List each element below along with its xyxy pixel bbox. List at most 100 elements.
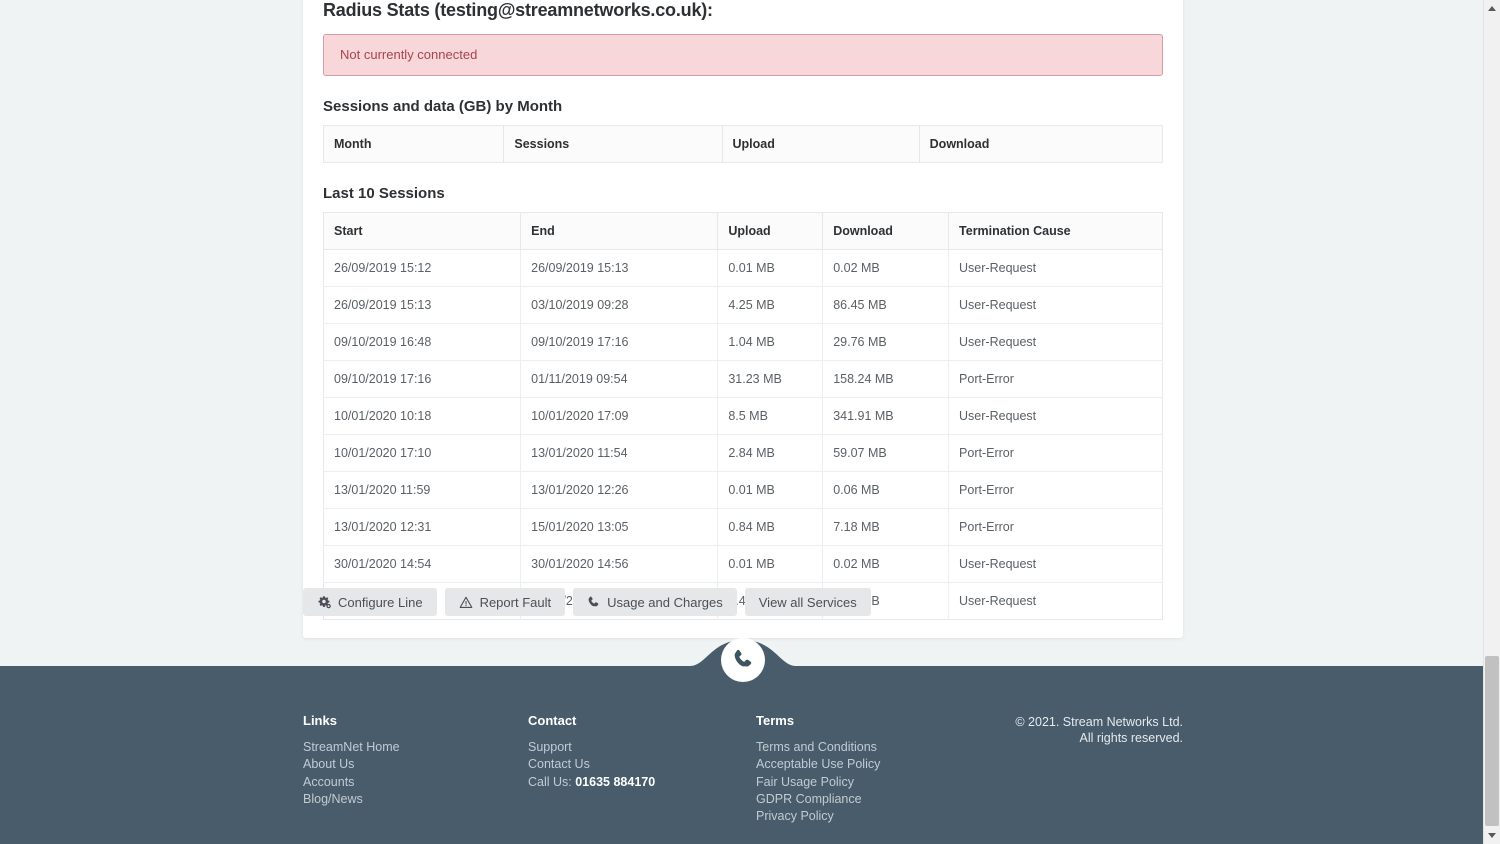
monthly-table-head: Month Sessions Upload Download bbox=[324, 126, 1163, 163]
footer-phone-badge[interactable] bbox=[721, 638, 765, 682]
table-cell: 0.01 MB bbox=[718, 250, 823, 287]
table-cell: User-Request bbox=[949, 287, 1163, 324]
usage-and-charges-button[interactable]: Usage and Charges bbox=[573, 588, 737, 616]
column-header-end[interactable]: End bbox=[521, 213, 718, 250]
table-row: 30/01/2020 14:5430/01/2020 14:560.01 MB0… bbox=[324, 546, 1163, 583]
column-header-start[interactable]: Start bbox=[324, 213, 521, 250]
table-header-row: Month Sessions Upload Download bbox=[324, 126, 1163, 163]
table-cell: 1.04 MB bbox=[718, 324, 823, 361]
table-cell: User-Request bbox=[949, 583, 1163, 620]
table-cell: 09/10/2019 17:16 bbox=[521, 324, 718, 361]
table-cell: 10/01/2020 17:09 bbox=[521, 398, 718, 435]
report-fault-button[interactable]: Report Fault bbox=[445, 588, 566, 616]
table-cell: 09/10/2019 17:16 bbox=[324, 361, 521, 398]
table-cell: 01/11/2019 09:54 bbox=[521, 361, 718, 398]
table-cell: 0.01 MB bbox=[718, 472, 823, 509]
table-header-row: Start End Upload Download Termination Ca… bbox=[324, 213, 1163, 250]
content-card: Radius Stats (testing@streamnetworks.co.… bbox=[303, 0, 1183, 638]
table-cell: 7.18 MB bbox=[823, 509, 949, 546]
page-root: Radius Stats (testing@streamnetworks.co.… bbox=[0, 0, 1483, 844]
footer-link[interactable]: Privacy Policy bbox=[756, 808, 1031, 825]
column-header-month[interactable]: Month bbox=[324, 126, 504, 163]
footer-link[interactable]: Terms and Conditions bbox=[756, 739, 1031, 756]
footer-link[interactable]: About Us bbox=[303, 756, 528, 773]
column-header-upload[interactable]: Upload bbox=[718, 213, 823, 250]
table-cell: Port-Error bbox=[949, 509, 1163, 546]
footer-heading-links: Links bbox=[303, 713, 528, 728]
column-header-download[interactable]: Download bbox=[919, 126, 1162, 163]
footer-contact-list: SupportContact UsCall Us: 01635 884170 bbox=[528, 739, 756, 791]
footer-links-list: StreamNet HomeAbout UsAccountsBlog/News bbox=[303, 739, 528, 808]
table-cell: 0.84 MB bbox=[718, 509, 823, 546]
sessions-section-title: Last 10 Sessions bbox=[323, 185, 1163, 202]
table-cell: User-Request bbox=[949, 324, 1163, 361]
column-header-termination-cause[interactable]: Termination Cause bbox=[949, 213, 1163, 250]
copyright-line-2: All rights reserved. bbox=[1015, 731, 1183, 747]
footer-terms-list: Terms and ConditionsAcceptable Use Polic… bbox=[756, 739, 1031, 825]
monthly-section-title: Sessions and data (GB) by Month bbox=[323, 98, 1163, 115]
table-cell: User-Request bbox=[949, 546, 1163, 583]
view-all-services-button[interactable]: View all Services bbox=[745, 588, 871, 616]
table-cell: 29.76 MB bbox=[823, 324, 949, 361]
table-cell: 0.01 MB bbox=[718, 546, 823, 583]
table-cell: 10/01/2020 17:10 bbox=[324, 435, 521, 472]
scrollbar-up-arrow-icon[interactable] bbox=[1484, 0, 1500, 17]
footer-link[interactable]: StreamNet Home bbox=[303, 739, 528, 756]
table-cell: 0.02 MB bbox=[823, 250, 949, 287]
footer-call-us: Call Us: 01635 884170 bbox=[528, 774, 756, 791]
table-row: 10/01/2020 17:1013/01/2020 11:542.84 MB5… bbox=[324, 435, 1163, 472]
table-cell: Port-Error bbox=[949, 435, 1163, 472]
copyright-line-1: © 2021. Stream Networks Ltd. bbox=[1015, 715, 1183, 731]
table-cell: 59.07 MB bbox=[823, 435, 949, 472]
phone-icon bbox=[732, 649, 754, 671]
table-cell: 31.23 MB bbox=[718, 361, 823, 398]
table-cell: 13/01/2020 11:59 bbox=[324, 472, 521, 509]
footer-heading-terms: Terms bbox=[756, 713, 1031, 728]
usage-and-charges-label: Usage and Charges bbox=[607, 595, 723, 610]
footer-link[interactable]: Fair Usage Policy bbox=[756, 774, 1031, 791]
footer-link[interactable]: Acceptable Use Policy bbox=[756, 756, 1031, 773]
footer-link[interactable]: Contact Us bbox=[528, 756, 756, 773]
table-row: 13/01/2020 11:5913/01/2020 12:260.01 MB0… bbox=[324, 472, 1163, 509]
footer-column-contact: Contact SupportContact UsCall Us: 01635 … bbox=[528, 713, 756, 825]
footer-link[interactable]: Blog/News bbox=[303, 791, 528, 808]
table-row: 26/09/2019 15:1226/09/2019 15:130.01 MB0… bbox=[324, 250, 1163, 287]
table-cell: 09/10/2019 16:48 bbox=[324, 324, 521, 361]
scrollbar-down-arrow-icon[interactable] bbox=[1484, 827, 1500, 844]
table-row: 10/01/2020 10:1810/01/2020 17:098.5 MB34… bbox=[324, 398, 1163, 435]
vertical-scrollbar[interactable] bbox=[1483, 0, 1500, 844]
table-cell: 0.02 MB bbox=[823, 546, 949, 583]
view-all-services-label: View all Services bbox=[759, 595, 857, 610]
table-cell: 26/09/2019 15:12 bbox=[324, 250, 521, 287]
sessions-table-body: 26/09/2019 15:1226/09/2019 15:130.01 MB0… bbox=[324, 250, 1163, 620]
configure-line-button[interactable]: Configure Line bbox=[303, 588, 437, 616]
column-header-download[interactable]: Download bbox=[823, 213, 949, 250]
table-row: 26/09/2019 15:1303/10/2019 09:284.25 MB8… bbox=[324, 287, 1163, 324]
table-cell: 158.24 MB bbox=[823, 361, 949, 398]
table-cell: 86.45 MB bbox=[823, 287, 949, 324]
table-cell: 341.91 MB bbox=[823, 398, 949, 435]
warning-triangle-icon bbox=[459, 596, 473, 609]
footer-link[interactable]: Support bbox=[528, 739, 756, 756]
report-fault-label: Report Fault bbox=[480, 595, 552, 610]
action-button-bar: Configure Line Report Fault Usage and Ch… bbox=[303, 588, 871, 616]
table-cell: 15/01/2020 13:05 bbox=[521, 509, 718, 546]
scrollbar-thumb[interactable] bbox=[1485, 656, 1499, 826]
column-header-upload[interactable]: Upload bbox=[722, 126, 919, 163]
footer-link[interactable]: GDPR Compliance bbox=[756, 791, 1031, 808]
table-cell: Port-Error bbox=[949, 361, 1163, 398]
table-cell: 03/10/2019 09:28 bbox=[521, 287, 718, 324]
table-cell: 2.84 MB bbox=[718, 435, 823, 472]
site-footer: Links StreamNet HomeAbout UsAccountsBlog… bbox=[0, 666, 1483, 844]
table-row: 13/01/2020 12:3115/01/2020 13:050.84 MB7… bbox=[324, 509, 1163, 546]
connection-status-text: Not currently connected bbox=[340, 47, 477, 62]
cogs-icon bbox=[317, 596, 331, 609]
table-cell: 30/01/2020 14:54 bbox=[324, 546, 521, 583]
connection-status-alert: Not currently connected bbox=[323, 34, 1163, 76]
page-title: Radius Stats (testing@streamnetworks.co.… bbox=[323, 0, 1163, 20]
table-cell: 26/09/2019 15:13 bbox=[521, 250, 718, 287]
footer-phone-number[interactable]: 01635 884170 bbox=[575, 775, 655, 789]
column-header-sessions[interactable]: Sessions bbox=[504, 126, 722, 163]
table-cell: 8.5 MB bbox=[718, 398, 823, 435]
footer-link[interactable]: Accounts bbox=[303, 774, 528, 791]
